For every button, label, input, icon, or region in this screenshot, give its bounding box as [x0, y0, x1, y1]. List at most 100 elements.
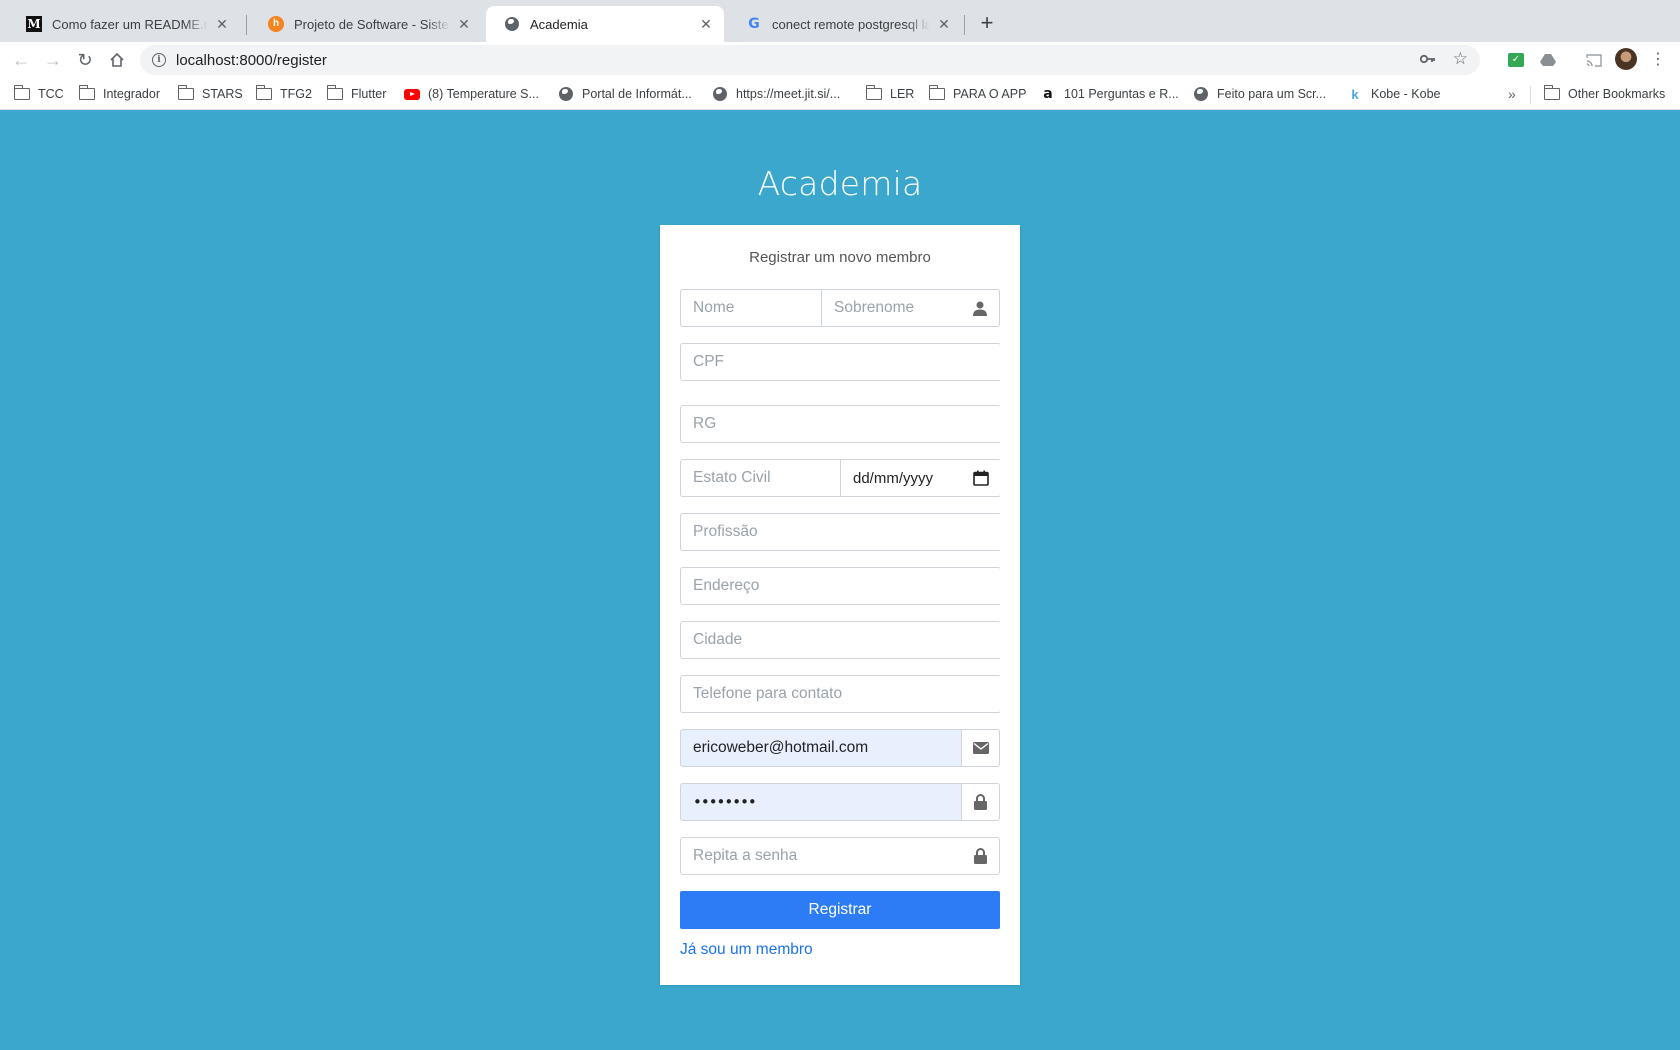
profissao-placeholder: Profissão — [693, 523, 758, 540]
endereco-placeholder: Endereço — [693, 577, 760, 594]
cpf-input[interactable]: CPF — [680, 343, 1001, 381]
cpf-placeholder: CPF — [693, 353, 724, 370]
email-field[interactable]: ericoweber@hotmail.com — [680, 729, 1000, 767]
register-card: Registrar um novo membro Nome Sobrenome … — [660, 225, 1020, 985]
bookmark-label: Feito para um Scr... — [1217, 87, 1327, 101]
date-input[interactable]: dd/mm/yyyy — [841, 470, 962, 487]
cast-icon[interactable] — [1584, 50, 1604, 70]
email-value: ericoweber@hotmail.com — [693, 739, 869, 756]
menu-icon[interactable]: ⋮ — [1650, 50, 1666, 70]
avatar[interactable] — [1615, 48, 1637, 70]
bookmark-kobe[interactable]: k Kobe - Kobe — [1347, 84, 1441, 104]
folder-icon — [326, 85, 343, 102]
tab-separator — [964, 15, 965, 35]
bookmark-stars[interactable]: STARS — [177, 84, 243, 104]
card-subtitle: Registrar um novo membro — [749, 249, 931, 266]
endereco-input[interactable]: Endereço — [680, 567, 1001, 605]
bookmarks-separator — [1530, 86, 1531, 104]
calendar-icon[interactable] — [962, 460, 1000, 496]
tab-title: Como fazer um README.md BONITÃO — [52, 16, 208, 32]
nome-input[interactable]: Nome — [681, 299, 821, 317]
bookmark-integrador[interactable]: Integrador — [78, 84, 160, 104]
bookmark-label: Portal de Informát... — [582, 87, 692, 101]
info-icon[interactable]: i — [152, 53, 166, 67]
back-arrow-icon[interactable]: ← — [8, 47, 34, 73]
tab-title: Academia — [530, 16, 588, 32]
folder-icon — [865, 85, 882, 102]
estado-civil-input[interactable]: Estato Civil — [681, 469, 840, 487]
tab-google-search[interactable]: G conect remote postgresql laravel - Goo… — [728, 6, 962, 42]
new-tab-button[interactable]: + — [976, 10, 998, 35]
tab-readme[interactable]: M Como fazer um README.md BONITÃO ✕ — [8, 6, 240, 42]
reload-icon[interactable]: ↻ — [72, 47, 98, 73]
forward-arrow-icon[interactable]: → — [40, 47, 66, 73]
password-value: •••••••• — [693, 793, 757, 811]
youtube-icon — [404, 86, 420, 102]
rg-input[interactable]: RG — [680, 405, 1001, 443]
bookmark-101-perguntas[interactable]: a 101 Perguntas e R... — [1040, 84, 1179, 104]
bookmark-para-o-app[interactable]: PARA O APP — [928, 84, 1027, 104]
bookmark-temperature[interactable]: (8) Temperature S... — [404, 84, 539, 104]
bookmark-jitsi[interactable]: https://meet.jit.si/... — [712, 84, 840, 104]
bookmark-tcc[interactable]: TCC — [13, 84, 64, 104]
globe-icon — [712, 86, 728, 102]
bookmark-label: https://meet.jit.si/... — [736, 87, 841, 101]
user-icon — [961, 290, 999, 326]
tab-separator — [246, 15, 247, 35]
drive-icon[interactable] — [1538, 50, 1558, 70]
close-icon[interactable]: ✕ — [456, 16, 472, 32]
bookmark-portal[interactable]: Portal de Informát... — [558, 84, 692, 104]
bookmark-other[interactable]: Other Bookmarks — [1543, 84, 1666, 104]
bookmark-feito-para[interactable]: Feito para um Scr... — [1193, 84, 1326, 104]
chevron-double-right-icon[interactable]: » — [1508, 86, 1516, 102]
kobe-icon: k — [1351, 86, 1359, 102]
amazon-icon: a — [1043, 86, 1053, 102]
close-icon[interactable]: ✕ — [698, 16, 714, 32]
bookmark-tfg2[interactable]: TFG2 — [255, 84, 312, 104]
profissao-input[interactable]: Profissão — [680, 513, 1001, 551]
extension-check-icon[interactable]: ✓ — [1506, 50, 1526, 70]
bookmark-label: Integrador — [103, 87, 160, 101]
bookmark-label: Flutter — [351, 87, 387, 101]
home-icon[interactable] — [104, 47, 130, 73]
folder-icon — [1543, 85, 1560, 102]
sobrenome-input[interactable]: Sobrenome — [822, 299, 961, 317]
bookmark-label: PARA O APP — [953, 87, 1027, 101]
hackmd-icon: h — [268, 16, 284, 32]
bookmark-label: STARS — [202, 87, 243, 101]
star-icon[interactable]: ☆ — [1453, 49, 1468, 69]
repeat-password-placeholder: Repita a senha — [693, 847, 798, 864]
folder-icon — [928, 85, 945, 102]
bookmark-ler[interactable]: LER — [865, 84, 914, 104]
register-button[interactable]: Registrar — [680, 891, 1000, 929]
tab-strip: M Como fazer um README.md BONITÃO ✕ h Pr… — [0, 0, 1680, 42]
tab-academia[interactable]: Academia ✕ — [486, 6, 724, 42]
globe-icon — [504, 16, 520, 32]
lock-icon — [961, 838, 999, 874]
bookmark-label: Kobe - Kobe — [1371, 87, 1441, 101]
browser-toolbar: ← → ↻ i localhost:8000/register ☆ ✓ ⋮ — [0, 42, 1680, 78]
folder-icon — [255, 85, 272, 102]
already-member-link[interactable]: Já sou um membro — [680, 941, 813, 959]
tab-title: Projeto de Software - Sistema de Gerenci… — [294, 16, 450, 32]
password-field[interactable]: •••••••• — [680, 783, 1000, 821]
folder-icon — [177, 85, 194, 102]
telefone-input[interactable]: Telefone para contato — [680, 675, 1001, 713]
close-icon[interactable]: ✕ — [936, 16, 952, 32]
url-text: localhost:8000/register — [176, 51, 327, 69]
tab-projeto[interactable]: h Projeto de Software - Sistema de Geren… — [250, 6, 482, 42]
telefone-placeholder: Telefone para contato — [693, 685, 843, 702]
bookmark-label: 101 Perguntas e R... — [1064, 87, 1179, 101]
key-icon[interactable] — [1419, 51, 1436, 67]
repeat-password-field[interactable]: Repita a senha — [680, 837, 1000, 875]
close-icon[interactable]: ✕ — [214, 16, 230, 32]
folder-icon — [13, 85, 30, 102]
address-bar[interactable]: i localhost:8000/register ☆ — [140, 45, 1480, 75]
bookmark-flutter[interactable]: Flutter — [326, 84, 387, 104]
globe-icon — [558, 86, 574, 102]
cidade-input[interactable]: Cidade — [680, 621, 1001, 659]
lock-icon — [961, 784, 999, 820]
bookmark-label: Other Bookmarks — [1568, 87, 1666, 101]
medium-icon: M — [26, 16, 42, 32]
cidade-placeholder: Cidade — [693, 631, 743, 648]
